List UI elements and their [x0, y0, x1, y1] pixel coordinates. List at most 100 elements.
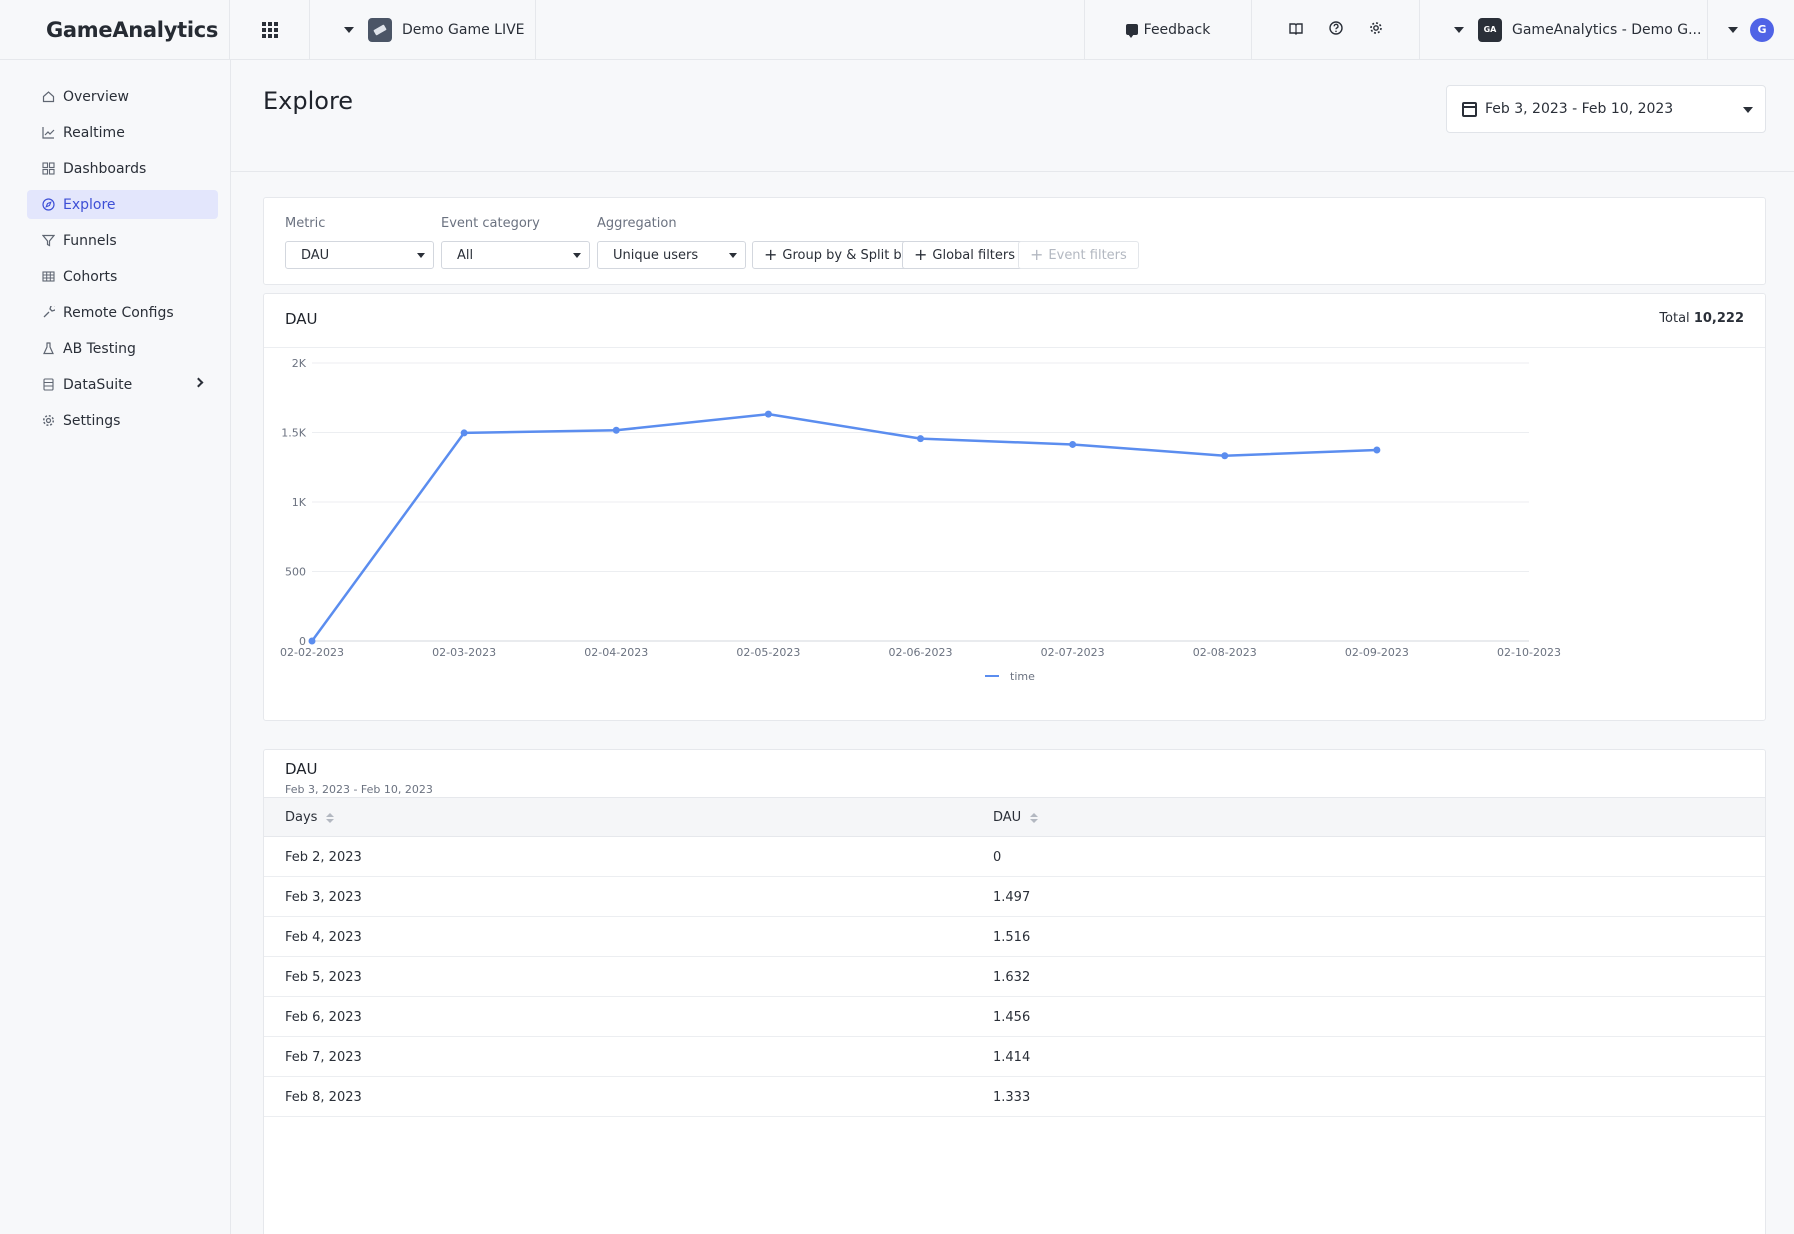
line-chart-icon [42, 126, 55, 139]
column-header-dau[interactable]: DAU [993, 810, 1039, 825]
table-subtitle: Feb 3, 2023 - Feb 10, 2023 [285, 783, 433, 796]
data-point [612, 426, 620, 434]
data-point [1069, 440, 1077, 448]
sidebar-item-label: Cohorts [63, 268, 118, 285]
chevron-down-icon [417, 253, 425, 258]
sidebar-item-label: Overview [63, 88, 129, 105]
chart-card: DAU Total 10,222 0 500 1K 1.5K 2K 02-02-2023 0… [263, 293, 1766, 721]
cell-dau: 1.456 [993, 1010, 1031, 1025]
global-filters-label: Global filters [932, 247, 1016, 263]
table-header: Days DAU [264, 797, 1765, 837]
funnel-icon [42, 234, 55, 247]
sidebar-item-overview[interactable]: Overview [27, 82, 218, 111]
sidebar-item-remote-configs[interactable]: Remote Configs [27, 298, 218, 327]
date-range-picker[interactable]: Feb 3, 2023 - Feb 10, 2023 [1446, 85, 1766, 133]
main-content: Explore Feb 3, 2023 - Feb 10, 2023 Metri… [231, 60, 1794, 1234]
y-tick-label: 1K [292, 496, 307, 509]
x-tick-label: 02-10-2023 [1497, 646, 1561, 659]
sidebar-item-funnels[interactable]: Funnels [27, 226, 218, 255]
docs-icon[interactable] [1288, 20, 1303, 39]
table-row: Feb 7, 2023 1.414 [264, 1037, 1765, 1077]
table-row: Feb 3, 2023 1.497 [264, 877, 1765, 917]
event-filters-label: Event filters [1048, 247, 1127, 263]
cell-dau: 1.632 [993, 970, 1031, 985]
total-value: 10,222 [1693, 311, 1744, 326]
table-row: Feb 4, 2023 1.516 [264, 917, 1765, 957]
cell-dau: 1.516 [993, 930, 1031, 945]
cell-day: Feb 2, 2023 [285, 850, 362, 865]
home-icon [42, 90, 55, 103]
user-menu[interactable]: G [1708, 0, 1794, 60]
metric-select[interactable]: DAU [285, 241, 434, 269]
column-header-days[interactable]: Days [285, 810, 335, 825]
sidebar-item-realtime[interactable]: Realtime [27, 118, 218, 147]
help-icon[interactable] [1328, 20, 1343, 39]
sidebar-item-label: Realtime [63, 124, 125, 141]
data-point [1373, 446, 1381, 454]
page-header: Explore Feb 3, 2023 - Feb 10, 2023 [231, 60, 1794, 172]
apps-grid-button[interactable] [230, 0, 310, 60]
org-logo-icon: GA [1478, 17, 1502, 42]
avatar: G [1750, 17, 1774, 42]
column-header-label: DAU [993, 810, 1022, 825]
event-category-value: All [457, 247, 474, 263]
chevron-down-icon [1743, 107, 1753, 113]
series-line [310, 412, 1377, 642]
org-selector[interactable]: GA GameAnalytics - Demo G... [1420, 0, 1708, 60]
wrench-icon [42, 306, 55, 319]
sidebar-item-label: AB Testing [63, 340, 136, 357]
database-icon [42, 378, 55, 391]
x-tick-label: 02-04-2023 [584, 646, 648, 659]
chevron-down-icon [1454, 26, 1464, 33]
apps-grid-icon [261, 21, 278, 38]
game-name: Demo Game LIVE [402, 21, 525, 38]
compass-icon [42, 198, 55, 211]
sidebar-item-label: DataSuite [63, 376, 133, 393]
event-category-label: Event category [441, 216, 540, 231]
data-point [917, 435, 924, 443]
chevron-down-icon [1728, 26, 1738, 33]
table-row: Feb 8, 2023 1.333 [264, 1077, 1765, 1117]
group-by-button[interactable]: + Group by & Split by [752, 241, 922, 269]
cell-day: Feb 3, 2023 [285, 890, 362, 905]
query-filters: Metric DAU Event category All Aggregatio… [263, 197, 1766, 285]
sidebar-item-dashboards[interactable]: Dashboards [27, 154, 218, 183]
gear-icon [42, 414, 55, 427]
chevron-down-icon [344, 26, 354, 33]
sidebar-item-settings[interactable]: Settings [27, 406, 218, 435]
sidebar-item-cohorts[interactable]: Cohorts [27, 262, 218, 291]
global-filters-button[interactable]: + Global filters [902, 241, 1028, 269]
sidebar-item-ab-testing[interactable]: AB Testing [27, 334, 218, 363]
event-filters-button[interactable]: + Event filters [1018, 241, 1139, 269]
game-selector[interactable]: Demo Game LIVE [310, 0, 536, 60]
sidebar-item-label: Explore [63, 196, 116, 213]
tool-icons [1252, 0, 1420, 60]
plus-icon: + [1030, 245, 1044, 264]
feedback-button[interactable]: Feedback [1084, 0, 1252, 60]
sidebar-item-label: Remote Configs [63, 304, 174, 321]
chevron-down-icon [573, 253, 581, 258]
brand-name: GameAnalytics [46, 17, 219, 42]
sort-icon[interactable] [1030, 812, 1039, 823]
sort-icon[interactable] [326, 812, 335, 823]
sidebar-item-label: Dashboards [63, 160, 147, 177]
table-body: Feb 2, 2023 0 Feb 3, 2023 1.497 Feb 4, 2… [264, 837, 1765, 1117]
metric-value: DAU [301, 247, 330, 263]
gear-icon[interactable] [1369, 20, 1383, 39]
aggregation-label: Aggregation [597, 216, 677, 231]
sidebar-item-datasuite[interactable]: DataSuite [27, 370, 218, 399]
event-category-select[interactable]: All [441, 241, 590, 269]
game-icon [368, 17, 392, 42]
sidebar-item-label: Funnels [63, 232, 117, 249]
data-point [308, 637, 316, 645]
aggregation-select[interactable]: Unique users [597, 241, 746, 269]
chart-total: Total 10,222 [1659, 311, 1744, 326]
sidebar-item-explore[interactable]: Explore [27, 190, 218, 219]
brand-logo[interactable]: GameAnalytics [0, 0, 230, 60]
x-tick-label: 02-09-2023 [1345, 646, 1409, 659]
date-range-value: Feb 3, 2023 - Feb 10, 2023 [1485, 101, 1674, 117]
chart-header: DAU Total 10,222 [264, 294, 1765, 348]
x-tick-label: 02-05-2023 [736, 646, 800, 659]
x-tick-label: 02-03-2023 [432, 646, 496, 659]
dau-line-chart[interactable]: 05001K1.5K2K02-02-2023 02-03-2023 02-04-20… [264, 348, 1767, 720]
